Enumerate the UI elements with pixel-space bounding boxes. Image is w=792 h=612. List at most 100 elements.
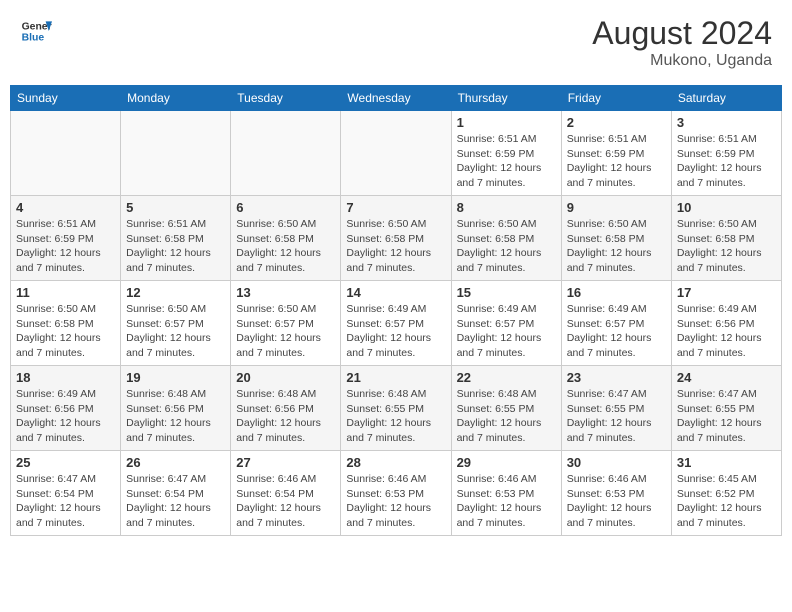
title-block: August 2024 Mukono, Uganda — [592, 15, 772, 70]
day-number: 26 — [126, 455, 225, 470]
calendar-cell: 15 Sunrise: 6:49 AMSunset: 6:57 PMDayligh… — [451, 281, 561, 366]
svg-text:Blue: Blue — [22, 33, 45, 44]
day-number: 29 — [457, 455, 556, 470]
day-info: Sunrise: 6:51 AMSunset: 6:59 PMDaylight:… — [457, 132, 556, 191]
calendar-header-row: SundayMondayTuesdayWednesdayThursdayFrid… — [11, 86, 782, 111]
day-number: 23 — [567, 370, 666, 385]
day-number: 31 — [677, 455, 776, 470]
calendar-cell: 27 Sunrise: 6:46 AMSunset: 6:54 PMDayligh… — [231, 451, 341, 536]
month-year-title: August 2024 — [592, 15, 772, 52]
day-number: 21 — [346, 370, 445, 385]
day-number: 27 — [236, 455, 335, 470]
day-number: 7 — [346, 200, 445, 215]
day-number: 4 — [16, 200, 115, 215]
calendar-week-row: 4 Sunrise: 6:51 AMSunset: 6:59 PMDaylight… — [11, 196, 782, 281]
calendar-cell: 11Sunrise: 6:50 AMSunset: 6:58 PMDayligh… — [11, 281, 121, 366]
calendar-cell: 10Sunrise: 6:50 AMSunset: 6:58 PMDayligh… — [671, 196, 781, 281]
day-info: Sunrise: 6:50 AMSunset: 6:57 PMDaylight:… — [126, 302, 225, 361]
calendar-cell: 20 Sunrise: 6:48 AMSunset: 6:56 PMDayligh… — [231, 366, 341, 451]
generalblue-logo-icon: General Blue — [20, 15, 52, 47]
calendar-cell: 9Sunrise: 6:50 AMSunset: 6:58 PMDaylight… — [561, 196, 671, 281]
day-number: 22 — [457, 370, 556, 385]
day-number: 20 — [236, 370, 335, 385]
day-info: Sunrise: 6:49 AMSunset: 6:57 PMDaylight:… — [457, 302, 556, 361]
calendar-cell: 25 Sunrise: 6:47 AMSunset: 6:54 PMDayligh… — [11, 451, 121, 536]
page-header: General Blue August 2024 Mukono, Uganda — [10, 10, 782, 75]
day-info: Sunrise: 6:46 AMSunset: 6:53 PMDaylight:… — [346, 472, 445, 531]
day-info: Sunrise: 6:48 AMSunset: 6:55 PMDaylight:… — [457, 387, 556, 446]
calendar-cell: 14 Sunrise: 6:49 AMSunset: 6:57 PMDayligh… — [341, 281, 451, 366]
day-number: 19 — [126, 370, 225, 385]
calendar-cell: 2 Sunrise: 6:51 AMSunset: 6:59 PMDaylight… — [561, 111, 671, 196]
day-info: Sunrise: 6:49 AMSunset: 6:57 PMDaylight:… — [567, 302, 666, 361]
day-info: Sunrise: 6:51 AMSunset: 6:59 PMDaylight:… — [567, 132, 666, 191]
calendar-cell: 16 Sunrise: 6:49 AMSunset: 6:57 PMDayligh… — [561, 281, 671, 366]
day-number: 5 — [126, 200, 225, 215]
day-number: 18 — [16, 370, 115, 385]
day-info: Sunrise: 6:48 AMSunset: 6:56 PMDaylight:… — [236, 387, 335, 446]
calendar-cell: 24Sunrise: 6:47 AMSunset: 6:55 PMDayligh… — [671, 366, 781, 451]
calendar-week-row: 25 Sunrise: 6:47 AMSunset: 6:54 PMDayligh… — [11, 451, 782, 536]
col-header-monday: Monday — [121, 86, 231, 111]
calendar-cell: 12 Sunrise: 6:50 AMSunset: 6:57 PMDayligh… — [121, 281, 231, 366]
calendar-cell: 13 Sunrise: 6:50 AMSunset: 6:57 PMDayligh… — [231, 281, 341, 366]
day-info: Sunrise: 6:47 AMSunset: 6:54 PMDaylight:… — [16, 472, 115, 531]
col-header-friday: Friday — [561, 86, 671, 111]
col-header-tuesday: Tuesday — [231, 86, 341, 111]
day-info: Sunrise: 6:45 AMSunset: 6:52 PMDaylight:… — [677, 472, 776, 531]
day-number: 30 — [567, 455, 666, 470]
day-number: 16 — [567, 285, 666, 300]
calendar-cell: 30 Sunrise: 6:46 AMSunset: 6:53 PMDayligh… — [561, 451, 671, 536]
day-info: Sunrise: 6:50 AMSunset: 6:58 PMDaylight:… — [346, 217, 445, 276]
day-number: 25 — [16, 455, 115, 470]
day-info: Sunrise: 6:46 AMSunset: 6:53 PMDaylight:… — [567, 472, 666, 531]
day-number: 12 — [126, 285, 225, 300]
day-info: Sunrise: 6:47 AMSunset: 6:55 PMDaylight:… — [567, 387, 666, 446]
col-header-wednesday: Wednesday — [341, 86, 451, 111]
day-info: Sunrise: 6:48 AMSunset: 6:56 PMDaylight:… — [126, 387, 225, 446]
day-number: 15 — [457, 285, 556, 300]
calendar-cell: 17 Sunrise: 6:49 AMSunset: 6:56 PMDayligh… — [671, 281, 781, 366]
day-number: 13 — [236, 285, 335, 300]
calendar-cell — [11, 111, 121, 196]
logo: General Blue — [20, 15, 52, 47]
day-number: 9 — [567, 200, 666, 215]
day-info: Sunrise: 6:49 AMSunset: 6:57 PMDaylight:… — [346, 302, 445, 361]
col-header-sunday: Sunday — [11, 86, 121, 111]
day-info: Sunrise: 6:51 AMSunset: 6:59 PMDaylight:… — [16, 217, 115, 276]
day-info: Sunrise: 6:50 AMSunset: 6:58 PMDaylight:… — [236, 217, 335, 276]
day-number: 2 — [567, 115, 666, 130]
calendar-cell: 29Sunrise: 6:46 AMSunset: 6:53 PMDayligh… — [451, 451, 561, 536]
day-number: 17 — [677, 285, 776, 300]
calendar-cell: 28 Sunrise: 6:46 AMSunset: 6:53 PMDayligh… — [341, 451, 451, 536]
day-info: Sunrise: 6:50 AMSunset: 6:58 PMDaylight:… — [457, 217, 556, 276]
calendar-cell: 3 Sunrise: 6:51 AMSunset: 6:59 PMDaylight… — [671, 111, 781, 196]
calendar-cell: 31 Sunrise: 6:45 AMSunset: 6:52 PMDayligh… — [671, 451, 781, 536]
day-info: Sunrise: 6:51 AMSunset: 6:59 PMDaylight:… — [677, 132, 776, 191]
location-subtitle: Mukono, Uganda — [592, 52, 772, 70]
day-number: 28 — [346, 455, 445, 470]
calendar-week-row: 11Sunrise: 6:50 AMSunset: 6:58 PMDayligh… — [11, 281, 782, 366]
calendar-cell: 21Sunrise: 6:48 AMSunset: 6:55 PMDayligh… — [341, 366, 451, 451]
calendar-cell: 18 Sunrise: 6:49 AMSunset: 6:56 PMDayligh… — [11, 366, 121, 451]
calendar-cell — [341, 111, 451, 196]
calendar-cell: 7 Sunrise: 6:50 AMSunset: 6:58 PMDaylight… — [341, 196, 451, 281]
day-info: Sunrise: 6:46 AMSunset: 6:54 PMDaylight:… — [236, 472, 335, 531]
calendar-week-row: 1Sunrise: 6:51 AMSunset: 6:59 PMDaylight… — [11, 111, 782, 196]
col-header-saturday: Saturday — [671, 86, 781, 111]
calendar-cell: 5Sunrise: 6:51 AMSunset: 6:58 PMDaylight… — [121, 196, 231, 281]
day-number: 3 — [677, 115, 776, 130]
day-info: Sunrise: 6:50 AMSunset: 6:58 PMDaylight:… — [677, 217, 776, 276]
calendar-cell: 22 Sunrise: 6:48 AMSunset: 6:55 PMDayligh… — [451, 366, 561, 451]
day-info: Sunrise: 6:49 AMSunset: 6:56 PMDaylight:… — [16, 387, 115, 446]
calendar-cell: 19 Sunrise: 6:48 AMSunset: 6:56 PMDayligh… — [121, 366, 231, 451]
calendar-cell: 23 Sunrise: 6:47 AMSunset: 6:55 PMDayligh… — [561, 366, 671, 451]
calendar-cell: 26Sunrise: 6:47 AMSunset: 6:54 PMDayligh… — [121, 451, 231, 536]
day-number: 6 — [236, 200, 335, 215]
calendar-cell: 6 Sunrise: 6:50 AMSunset: 6:58 PMDaylight… — [231, 196, 341, 281]
calendar-cell: 8Sunrise: 6:50 AMSunset: 6:58 PMDaylight… — [451, 196, 561, 281]
day-info: Sunrise: 6:49 AMSunset: 6:56 PMDaylight:… — [677, 302, 776, 361]
day-info: Sunrise: 6:50 AMSunset: 6:57 PMDaylight:… — [236, 302, 335, 361]
col-header-thursday: Thursday — [451, 86, 561, 111]
day-number: 14 — [346, 285, 445, 300]
